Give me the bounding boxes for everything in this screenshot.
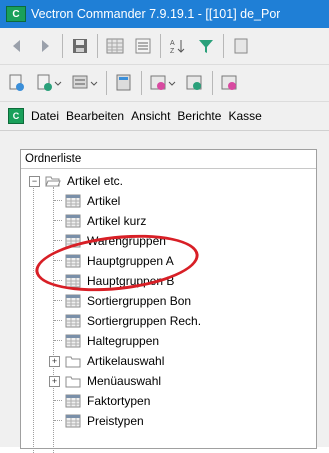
export-doc-icon[interactable] [34, 72, 64, 94]
tree-connector [54, 340, 62, 341]
folder-icon [65, 356, 81, 368]
svg-text:A: A [170, 40, 175, 47]
main-panel: Ordnerliste − Artikel etc. Artikel Artik… [0, 131, 329, 453]
expand-icon[interactable]: + [49, 376, 60, 387]
tree-item[interactable]: Faktortypen [65, 391, 150, 411]
table-icon [65, 334, 81, 348]
table-icon [65, 414, 81, 428]
app-logo-icon: C [6, 6, 26, 22]
import-doc-icon[interactable] [6, 72, 28, 94]
table-icon [65, 194, 81, 208]
folder-open-icon [45, 176, 61, 187]
tree-label: Sortiergruppen Rech. [87, 314, 202, 328]
table-icon [65, 294, 81, 308]
tree-connector [54, 220, 62, 221]
table-icon [65, 214, 81, 228]
toolbar-separator [141, 71, 142, 95]
tree-label: Sortiergruppen Bon [87, 294, 192, 308]
filter-icon[interactable] [195, 35, 217, 57]
app-menu-icon[interactable]: C [8, 108, 24, 124]
send-icon[interactable] [148, 72, 178, 94]
tree-connector [54, 320, 62, 321]
transfer-icon[interactable] [70, 72, 100, 94]
tree-item[interactable]: Artikel [65, 191, 120, 211]
menu-datei[interactable]: Datei [31, 109, 59, 123]
toolbar-separator [62, 34, 63, 58]
folder-icon [65, 376, 81, 388]
tree-connector [54, 420, 62, 421]
tree-label-root: Artikel etc. [67, 174, 124, 188]
list-view-icon[interactable] [132, 35, 154, 57]
menu-kasse[interactable]: Kasse [228, 109, 261, 123]
receive-icon[interactable] [184, 72, 206, 94]
menu-berichte[interactable]: Berichte [177, 109, 221, 123]
more-data-icon[interactable] [219, 72, 241, 94]
toolbar-separator [212, 71, 213, 95]
tree-connector [33, 177, 34, 453]
tree-connector [54, 240, 62, 241]
tree-item[interactable]: Preistypen [65, 411, 144, 431]
tree-node-root[interactable]: − Artikel etc. [21, 171, 123, 191]
tree-connector [54, 200, 62, 201]
back-arrow-icon[interactable] [6, 35, 28, 57]
title-bar: C Vectron Commander 7.9.19.1 - [[101] de… [0, 0, 329, 28]
tree-label: Preistypen [87, 414, 144, 428]
toolbar-separator [97, 34, 98, 58]
svg-text:Z: Z [170, 48, 175, 55]
tree-label: Artikel [87, 194, 121, 208]
toolbar-data [0, 65, 329, 102]
tree-node-artikelauswahl[interactable]: + Artikelauswahl [21, 351, 164, 371]
tree-label: Faktortypen [87, 394, 151, 408]
menu-bearbeiten[interactable]: Bearbeiten [66, 109, 124, 123]
tree-item[interactable]: Artikel kurz [65, 211, 146, 231]
folder-list-panel: Ordnerliste − Artikel etc. Artikel Artik… [20, 149, 317, 453]
toolbar-navigation: AZ [0, 28, 329, 65]
menu-bar: C Datei Bearbeiten Ansicht Berichte Kass… [0, 102, 329, 131]
calc-icon[interactable] [113, 72, 135, 94]
tree-item[interactable]: Haltegruppen [65, 331, 159, 351]
tree-item[interactable]: Sortiergruppen Rech. [65, 311, 201, 331]
table-grid-icon[interactable] [104, 35, 126, 57]
expand-icon[interactable]: + [49, 356, 60, 367]
more-tools-icon[interactable] [230, 35, 252, 57]
toolbar-separator [106, 71, 107, 95]
forward-arrow-icon[interactable] [34, 35, 56, 57]
toolbar-separator [223, 34, 224, 58]
collapse-icon[interactable]: − [29, 176, 40, 187]
table-icon [65, 314, 81, 328]
tree-connector [54, 300, 62, 301]
tree-label: Menüauswahl [87, 374, 162, 388]
tree-node-menueauswahl[interactable]: + Menüauswahl [21, 371, 161, 391]
sort-icon[interactable]: AZ [167, 35, 189, 57]
window-title: Vectron Commander 7.9.19.1 - [[101] de_P… [31, 7, 281, 21]
menu-ansicht[interactable]: Ansicht [131, 109, 170, 123]
tree-label: Haltegruppen [87, 334, 160, 348]
tree-connector [54, 400, 62, 401]
save-icon[interactable] [69, 35, 91, 57]
toolbar-separator [160, 34, 161, 58]
tree-label: Artikelauswahl [87, 354, 165, 368]
folder-list-header: Ordnerliste [21, 150, 316, 169]
tree-label: Artikel kurz [87, 214, 147, 228]
tree-item[interactable]: Sortiergruppen Bon [65, 291, 191, 311]
table-icon [65, 394, 81, 408]
